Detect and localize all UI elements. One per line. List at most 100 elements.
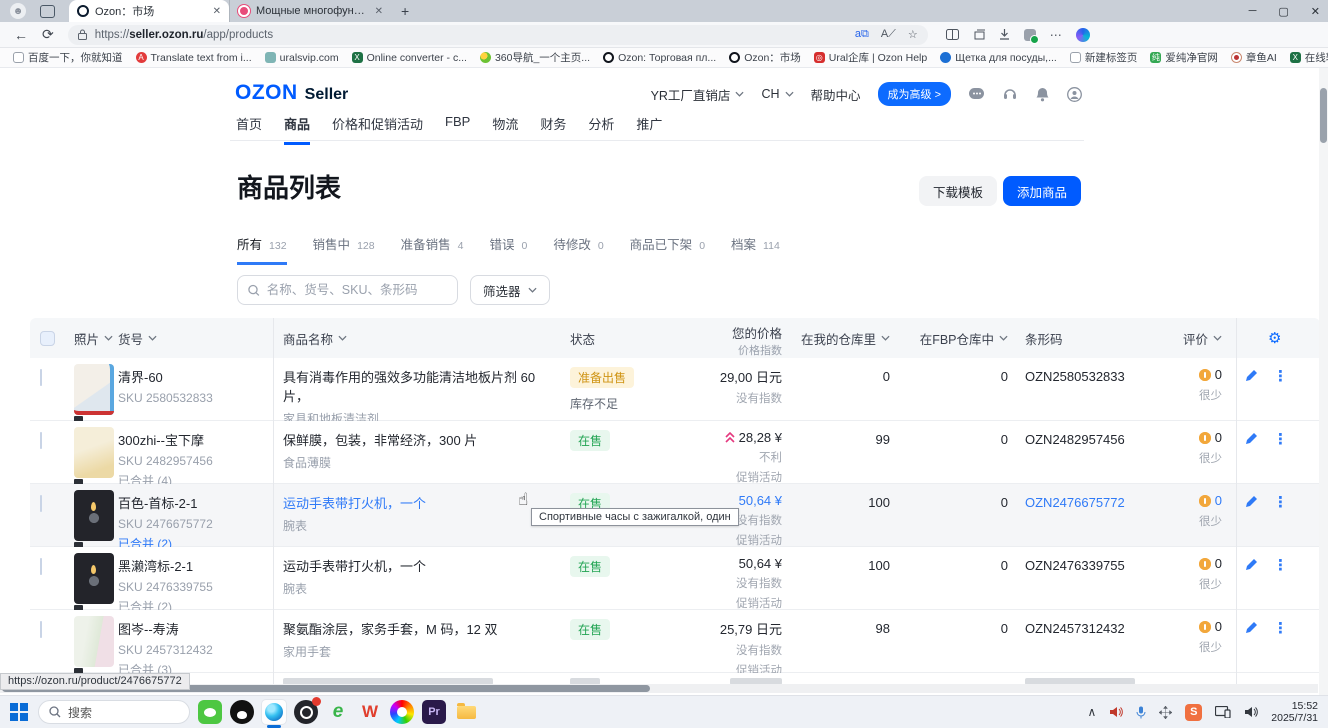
start-button[interactable] (10, 703, 28, 721)
bookmark-aichunjing[interactable]: 纯爱纯净官网 (1150, 50, 1218, 65)
file-explorer-icon[interactable] (454, 700, 478, 724)
wps-icon[interactable]: W (358, 700, 382, 724)
filters-button[interactable]: 筛选器 (470, 275, 550, 305)
product-name[interactable]: 聚氨酯涂层，家务手套，M 码，12 双 (283, 619, 558, 638)
profile-icon[interactable]: ☻ (10, 3, 26, 19)
downloads-icon[interactable] (999, 29, 1010, 40)
tab-ready[interactable]: 准备销售4 (401, 234, 464, 265)
browser-tab-inactive[interactable]: Мощные многофункциональнь ✕ (229, 0, 391, 22)
header-name[interactable]: 商品名称 (283, 318, 347, 358)
tab-archive[interactable]: 档案114 (731, 234, 780, 265)
select-all-checkbox[interactable] (40, 331, 55, 346)
bookmark-online-converter[interactable]: X在线转换器 - 免费... (1290, 50, 1328, 65)
bookmark-converter[interactable]: XOnline converter - c... (352, 52, 467, 64)
product-price-link[interactable]: 50,64 ¥ (660, 493, 782, 508)
edit-pencil-icon[interactable] (1244, 621, 1258, 638)
split-screen-icon[interactable] (946, 29, 959, 40)
row-checkbox[interactable] (40, 495, 42, 512)
row-menu-icon[interactable]: ⋮ (1273, 368, 1288, 385)
header-rating[interactable]: 评价 (1158, 318, 1222, 358)
product-name-link[interactable]: 运动手表带打火机，一个 (283, 493, 558, 512)
support-headset-icon[interactable] (1002, 87, 1018, 102)
tab-on-sale[interactable]: 销售中128 (313, 234, 375, 265)
header-article[interactable]: 货号 (118, 318, 157, 358)
workspaces-icon[interactable] (40, 5, 55, 18)
obs-icon[interactable] (294, 700, 318, 724)
vertical-scrollbar[interactable] (1319, 68, 1328, 695)
cast-device-icon[interactable] (1215, 706, 1231, 718)
header-photo[interactable]: 照片 (74, 318, 113, 358)
table-settings-gear-icon[interactable]: ⚙ (1268, 318, 1281, 358)
bookmark-uralsvip[interactable]: uralsvip.com (265, 52, 339, 64)
edit-pencil-icon[interactable] (1244, 432, 1258, 449)
bookmark-octopus-ai[interactable]: 章鱼AI (1231, 50, 1277, 65)
remote-control-icon[interactable] (1159, 706, 1172, 719)
product-photo[interactable] (74, 427, 114, 478)
product-photo[interactable] (74, 616, 114, 667)
help-center-link[interactable]: 帮助中心 (811, 85, 861, 104)
product-photo[interactable] (74, 553, 114, 604)
product-photo[interactable] (74, 490, 114, 541)
extensions-icon[interactable] (1024, 29, 1036, 41)
tray-expand-chevron[interactable]: ∧ (1087, 705, 1096, 719)
scrollbar-thumb[interactable] (1320, 88, 1327, 143)
color-wheel-app-icon[interactable] (390, 700, 414, 724)
barcode-link[interactable]: OZN2476675772 (1025, 495, 1125, 510)
product-search[interactable] (237, 275, 458, 305)
copilot-icon[interactable] (1076, 28, 1090, 42)
bookmark-360nav[interactable]: 360导航_一个主页... (480, 50, 590, 65)
tab-errors[interactable]: 错误0 (489, 234, 527, 265)
read-aloud-icon[interactable]: A⟋ (881, 28, 896, 41)
speaker-icon[interactable] (1244, 706, 1258, 718)
row-menu-icon[interactable]: ⋮ (1273, 620, 1288, 637)
chat-icon[interactable] (968, 87, 985, 102)
row-checkbox[interactable] (40, 432, 42, 449)
collections-icon[interactable] (973, 29, 985, 40)
header-stock[interactable]: 在我的仓库里 (790, 318, 890, 358)
notifications-bell-icon[interactable] (1035, 87, 1050, 102)
store-switcher[interactable]: YR工厂直销店 (651, 85, 745, 104)
edge-browser-icon[interactable] (262, 700, 286, 724)
edit-pencil-icon[interactable] (1244, 495, 1258, 512)
back-button[interactable]: ← (14, 27, 28, 43)
bookmark-brush[interactable]: Щетка для посуды,... (940, 52, 1057, 64)
product-name[interactable]: 保鲜膜，包装，非常经济，300 片 (283, 430, 558, 449)
volume-icon[interactable] (1109, 706, 1123, 718)
header-fbp[interactable]: 在FBP仓库中 (910, 318, 1008, 358)
download-template-button[interactable]: 下载模板 (919, 176, 997, 206)
maximize-button[interactable]: ▢ (1278, 5, 1288, 18)
table-row[interactable]: 图岑--寿涛 SKU 2457312432 已合并 (3) 聚氨酯涂层，家务手套… (30, 610, 1320, 673)
microphone-icon[interactable] (1136, 706, 1146, 719)
clock[interactable]: 15:52 2025/7/31 (1271, 700, 1318, 724)
taskbar-search[interactable]: 搜索 (38, 700, 190, 724)
tab-delisted[interactable]: 商品已下架0 (630, 234, 705, 265)
bookmark-ozon-trade[interactable]: Ozon: Торговая пл... (603, 52, 716, 64)
bookmark-translate[interactable]: ATranslate text from i... (136, 52, 252, 64)
qq-icon[interactable] (230, 700, 254, 724)
product-name[interactable]: 具有消毒作用的强效多功能清洁地板片剂 60 片， (283, 367, 558, 405)
more-menu-icon[interactable]: ⋯ (1050, 28, 1062, 42)
refresh-button[interactable]: ⟳ (42, 26, 54, 43)
internet-explorer-icon[interactable]: e (326, 700, 350, 724)
edit-pencil-icon[interactable] (1244, 369, 1258, 386)
tab-close-icon[interactable]: ✕ (213, 6, 221, 17)
bookmark-newtab[interactable]: 新建标签页 (1070, 50, 1138, 65)
row-checkbox[interactable] (40, 558, 42, 575)
premiere-icon[interactable]: Pr (422, 700, 446, 724)
translate-icon[interactable]: a⧉ (855, 28, 869, 41)
search-input[interactable] (267, 283, 447, 297)
add-product-button[interactable]: 添加商品 (1003, 176, 1081, 206)
edit-pencil-icon[interactable] (1244, 558, 1258, 575)
tab-to-fix[interactable]: 待修改0 (553, 234, 603, 265)
sunlogin-icon[interactable]: S (1185, 704, 1202, 721)
row-menu-icon[interactable]: ⋮ (1273, 431, 1288, 448)
premium-button[interactable]: 成为高级 > (878, 82, 951, 106)
bookmark-baidu[interactable]: 百度一下，你就知道 (13, 50, 123, 65)
account-icon[interactable] (1067, 87, 1082, 102)
bookmark-ozon-market[interactable]: Ozon：市场 (729, 50, 801, 65)
table-row[interactable]: 清界-60 SKU 2580532833 具有消毒作用的强效多功能清洁地板片剂 … (30, 358, 1320, 421)
table-row[interactable]: 300zhi--宝下摩 SKU 2482957456 已合并 (4) 保鲜膜，包… (30, 421, 1320, 484)
product-photo[interactable] (74, 364, 114, 415)
row-menu-icon[interactable]: ⋮ (1273, 557, 1288, 574)
row-checkbox[interactable] (40, 369, 42, 386)
